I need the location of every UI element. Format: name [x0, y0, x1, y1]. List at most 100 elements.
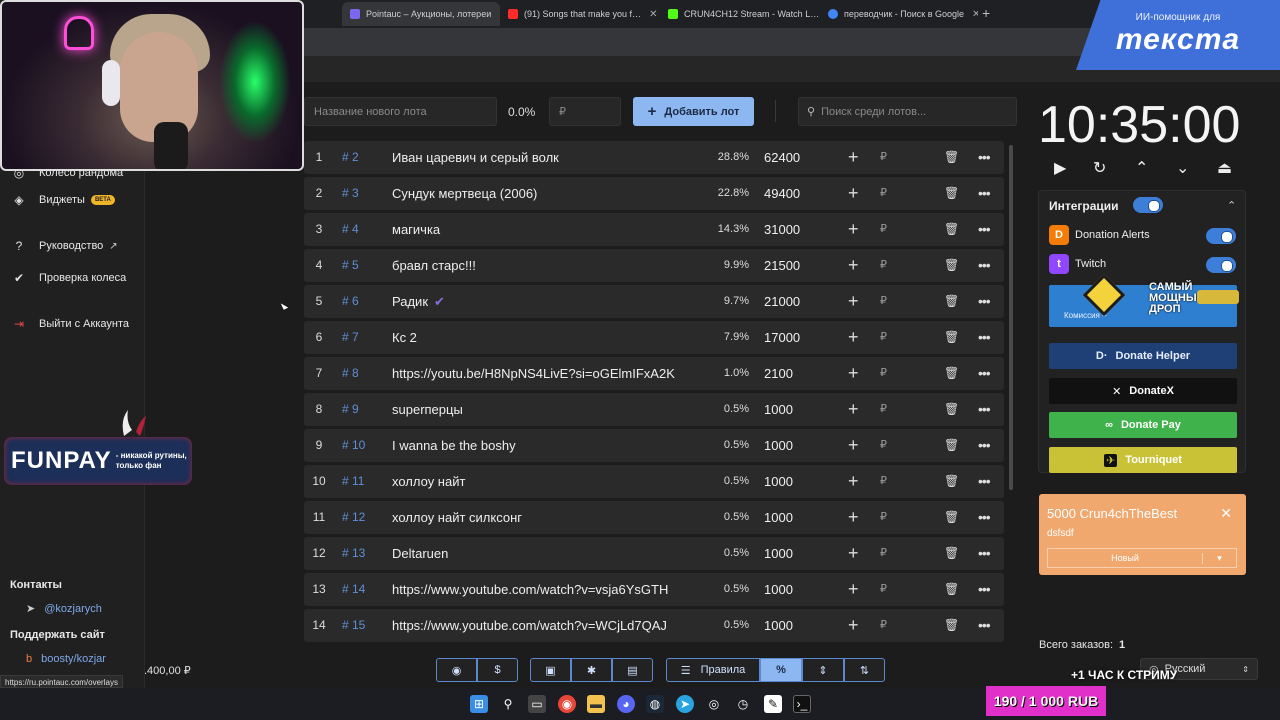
close-tab-icon[interactable]: ✕ — [491, 9, 500, 20]
reset-icon[interactable]: ↻ — [1093, 158, 1106, 178]
github-button[interactable]: ◉ — [436, 658, 477, 682]
alert-status-select[interactable]: Новый ▾ — [1047, 548, 1237, 568]
collapse-chevron-icon[interactable]: ⌃ — [1227, 199, 1236, 212]
add-amount-icon[interactable]: + — [848, 501, 859, 534]
delete-lot-icon[interactable]: 🗑 — [944, 465, 959, 498]
new-lot-name-input[interactable]: Название нового лота — [304, 97, 497, 126]
lot-row[interactable]: 2 # 3 Сундук мертвеца (2006) 22.8% 49400 + ₽ 🗑 •… — [304, 177, 1004, 210]
lot-amount[interactable]: 17000 — [764, 321, 800, 354]
more-options-icon[interactable]: ••• — [978, 609, 991, 642]
add-amount-icon[interactable]: + — [848, 609, 859, 642]
lot-amount[interactable]: 49400 — [764, 177, 800, 210]
delete-lot-icon[interactable]: 🗑 — [944, 249, 959, 282]
lot-row[interactable]: 10 # 11 холлоу найт 0.5% 1000 + ₽ 🗑 ••• — [304, 465, 1004, 498]
lot-id[interactable]: # 14 — [342, 573, 365, 606]
add-amount-icon[interactable]: + — [848, 177, 859, 210]
chevron-up-icon[interactable]: ⌃ — [1135, 158, 1148, 178]
folder-icon[interactable]: ▬ — [587, 695, 605, 713]
lot-row[interactable]: 1 # 2 Иван царевич и серый волк 28.8% 62400 +… — [304, 141, 1004, 174]
new-lot-amount-input[interactable]: ₽ — [549, 97, 621, 126]
rules-button[interactable]: ☰ Правила — [666, 658, 760, 682]
lot-row[interactable]: 14 # 15 https://www.youtube.com/watch?v=WC… — [304, 609, 1004, 642]
donation-alerts-toggle[interactable] — [1206, 228, 1236, 244]
lot-id[interactable]: # 5 — [342, 249, 359, 282]
lot-name[interactable]: Радик ✔ — [392, 285, 702, 318]
more-options-icon[interactable]: ••• — [978, 501, 991, 534]
caret-down-icon[interactable]: ▾ — [1202, 552, 1236, 564]
tab-pointauc[interactable]: Pointauc – Аукционы, лотереи ✕ — [342, 2, 500, 26]
lot-amount[interactable]: 1000 — [764, 609, 793, 642]
lot-row[interactable]: 13 # 14 https://www.youtube.com/watch?v=vs… — [304, 573, 1004, 606]
clock-app-icon[interactable]: ◷ — [734, 695, 752, 713]
discord-icon[interactable]: ◕ — [617, 695, 635, 713]
lot-name[interactable]: Сундук мертвеца (2006) — [392, 177, 702, 210]
lot-name[interactable]: Deltaruen — [392, 537, 702, 570]
delete-lot-icon[interactable]: 🗑 — [944, 177, 959, 210]
close-tab-icon[interactable]: ✕ — [641, 9, 657, 20]
lot-name[interactable]: магичка — [392, 213, 702, 246]
ruble-input-icon[interactable]: ₽ — [880, 213, 887, 246]
lot-id[interactable]: # 9 — [342, 393, 359, 426]
save-button[interactable]: ▣ — [530, 658, 571, 682]
ruble-input-icon[interactable]: ₽ — [880, 321, 887, 354]
delete-lot-icon[interactable]: 🗑 — [944, 285, 959, 318]
add-amount-icon[interactable]: + — [848, 429, 859, 462]
tab-youtube[interactable]: (91) Songs that make you f… ✕ — [500, 2, 660, 26]
task-view-icon[interactable]: ▭ — [528, 695, 546, 713]
ruble-input-icon[interactable]: ₽ — [880, 429, 887, 462]
add-lot-button[interactable]: + Добавить лот — [633, 97, 754, 126]
lot-id[interactable]: # 11 — [342, 465, 364, 498]
ruble-input-icon[interactable]: ₽ — [880, 249, 887, 282]
lot-row[interactable]: 4 # 5 бравл старс!!! 9.9% 21500 + ₽ 🗑 ••• — [304, 249, 1004, 282]
lot-name[interactable]: Иван царевич и серый волк — [392, 141, 702, 174]
eject-icon[interactable]: ⏏ — [1217, 158, 1232, 178]
add-amount-icon[interactable]: + — [848, 141, 859, 174]
lot-amount[interactable]: 2100 — [764, 357, 793, 390]
more-options-icon[interactable]: ••• — [978, 537, 991, 570]
lot-id[interactable]: # 7 — [342, 321, 359, 354]
new-tab-button[interactable]: + — [982, 5, 990, 21]
more-options-icon[interactable]: ••• — [978, 465, 991, 498]
ruble-input-icon[interactable]: ₽ — [880, 537, 887, 570]
lot-name[interactable]: superперцы — [392, 393, 702, 426]
lot-id[interactable]: # 13 — [342, 537, 365, 570]
lot-amount[interactable]: 1000 — [764, 573, 793, 606]
ruble-input-icon[interactable]: ₽ — [880, 357, 887, 390]
ruble-input-icon[interactable]: ₽ — [880, 177, 887, 210]
add-amount-icon[interactable]: + — [848, 285, 859, 318]
twitch-toggle[interactable] — [1206, 257, 1236, 273]
ruble-input-icon[interactable]: ₽ — [880, 501, 887, 534]
lot-amount[interactable]: 31000 — [764, 213, 800, 246]
lot-name[interactable]: холлоу найт силксонг — [392, 501, 702, 534]
lot-row[interactable]: 7 # 8 https://youtu.be/H8NpNS4LivE?si=oGEl… — [304, 357, 1004, 390]
more-options-icon[interactable]: ••• — [978, 249, 991, 282]
ruble-input-icon[interactable]: ₽ — [880, 285, 887, 318]
sidebar-item-widgets[interactable]: ◈ Виджеты BETA — [10, 191, 115, 209]
steam-icon[interactable]: ◍ — [646, 695, 664, 713]
ruble-input-icon[interactable]: ₽ — [880, 609, 887, 642]
delete-lot-icon[interactable]: 🗑 — [944, 429, 959, 462]
more-options-icon[interactable]: ••• — [978, 285, 991, 318]
integrations-toggle[interactable] — [1133, 197, 1163, 213]
clear-lots-button[interactable]: ▤ — [612, 658, 653, 682]
add-amount-icon[interactable]: + — [848, 537, 859, 570]
search-icon[interactable]: ⚲ — [499, 695, 517, 713]
chrome-icon[interactable]: ◉ — [558, 695, 576, 713]
lot-row[interactable]: 8 # 9 superперцы 0.5% 1000 + ₽ 🗑 ••• — [304, 393, 1004, 426]
lot-name[interactable]: Кс 2 — [392, 321, 702, 354]
delete-lot-icon[interactable]: 🗑 — [944, 609, 959, 642]
ruble-input-icon[interactable]: ₽ — [880, 573, 887, 606]
add-amount-icon[interactable]: + — [848, 213, 859, 246]
boosty-link[interactable]: b boosty/kozjar — [26, 653, 106, 665]
lot-name[interactable]: холлоу найт — [392, 465, 702, 498]
more-options-icon[interactable]: ••• — [978, 177, 991, 210]
lot-amount[interactable]: 1000 — [764, 501, 793, 534]
add-amount-icon[interactable]: + — [848, 357, 859, 390]
delete-lot-icon[interactable]: 🗑 — [944, 357, 959, 390]
more-options-icon[interactable]: ••• — [978, 357, 991, 390]
delete-lot-icon[interactable]: 🗑 — [944, 501, 959, 534]
sidebar-item-wheel-check[interactable]: ✔ Проверка колеса — [10, 269, 126, 287]
lot-id[interactable]: # 3 — [342, 177, 359, 210]
lot-row[interactable]: 9 # 10 I wanna be the boshy 0.5% 1000 + ₽ 🗑 ••• — [304, 429, 1004, 462]
donate-helper-button[interactable]: D· Donate Helper — [1049, 343, 1237, 369]
